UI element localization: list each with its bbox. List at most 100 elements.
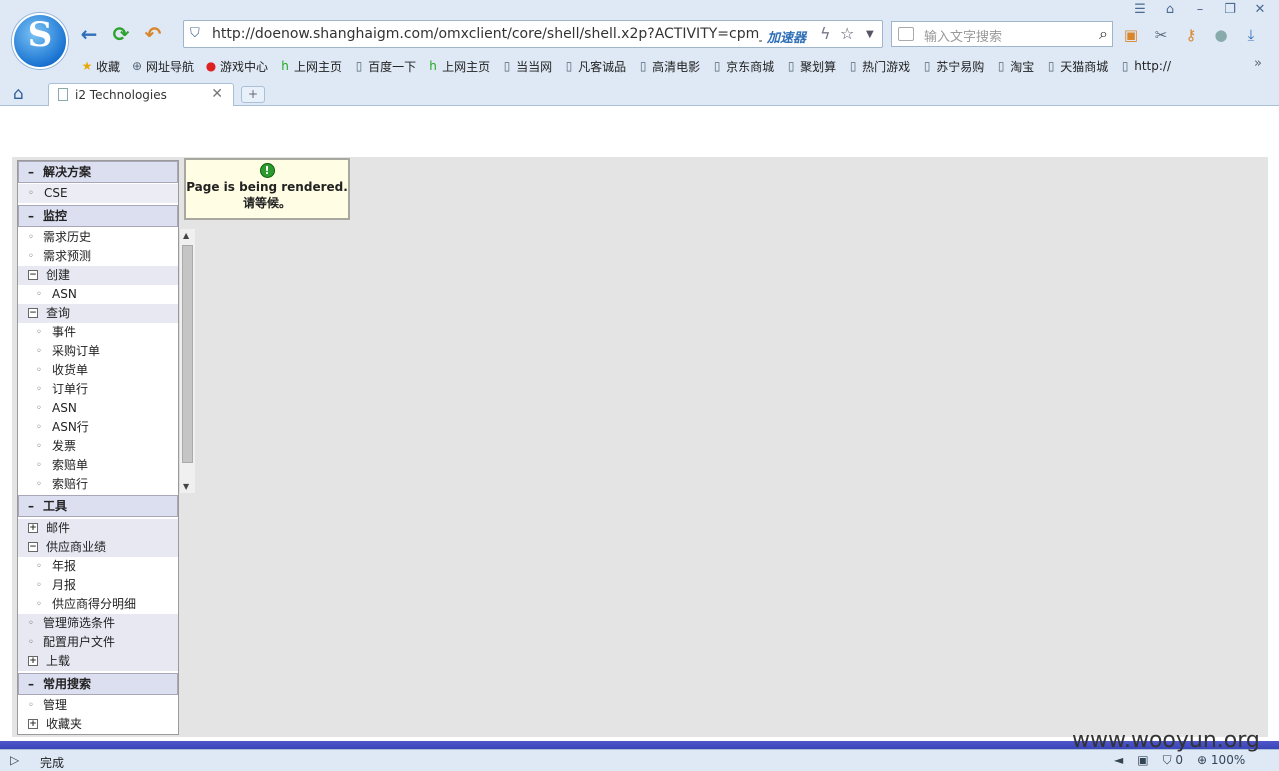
scroll-down-icon[interactable]: ▼	[183, 482, 189, 491]
url-text[interactable]: http://doenow.shanghaigm.com/omxclient/c…	[212, 26, 762, 42]
bookmark-item[interactable]: ▯ 百度一下	[350, 56, 424, 76]
sidebar-toggle-icon[interactable]: ▷	[10, 753, 19, 767]
address-bar[interactable]: ⛉ http://doenow.shanghaigm.com/omxclient…	[183, 20, 883, 48]
section-header-monitor[interactable]: 监控	[18, 205, 178, 227]
chat-icon[interactable]: ●	[1210, 24, 1232, 46]
key-icon[interactable]: ⚷	[1180, 24, 1202, 46]
collapse-icon[interactable]: −	[28, 542, 38, 552]
shield-icon: ⛉	[190, 26, 200, 41]
nav-item-invoices[interactable]: 发票	[18, 437, 178, 456]
nav-item-asn[interactable]: ASN	[18, 399, 178, 418]
scissors-icon[interactable]: ✂	[1150, 24, 1172, 46]
nav-item-configure-profile[interactable]: 配置用户文件	[18, 633, 178, 652]
skin-icon[interactable]: ⌂	[1157, 1, 1183, 19]
bookmark-item[interactable]: ▯ 天猫商城	[1042, 56, 1116, 76]
browser-logo-icon: S	[12, 13, 68, 69]
navigation-sidebar: 解决方案 CSE 监控 需求历史 需求预测 −创建 ASN −查询 事件 采购订…	[17, 160, 195, 735]
minimize-button[interactable]: –	[1187, 1, 1213, 19]
nav-group-upload[interactable]: + 上载	[18, 652, 178, 671]
accelerator-button[interactable]: 加速器	[767, 27, 806, 46]
search-box[interactable]: 输入文字搜索 ⌕	[891, 21, 1113, 47]
bookmark-item[interactable]: ▯ 聚划算	[782, 56, 844, 76]
nav-item-asn-lines[interactable]: ASN行	[18, 418, 178, 437]
lightning-icon[interactable]: ϟ	[820, 24, 831, 43]
nav-group-create[interactable]: − 创建	[18, 266, 178, 285]
nav-item-purchase-orders[interactable]: 采购订单	[18, 342, 178, 361]
page-icon: ▯	[923, 59, 931, 73]
nav-item-manage[interactable]: 管理	[18, 696, 178, 715]
menu-icon[interactable]: ☰	[1127, 1, 1153, 19]
nav-item-create-asn[interactable]: ASN	[18, 285, 178, 304]
bookmark-item[interactable]: ▯ 热门游戏	[844, 56, 918, 76]
speaker-icon[interactable]: ◄	[1114, 753, 1123, 768]
watermark-text: www.wooyun.org	[1072, 728, 1260, 753]
nav-item-manage-filters[interactable]: 管理筛选条件	[18, 614, 178, 633]
search-icon[interactable]: ⌕	[1099, 24, 1108, 44]
nav-group-supplier-performance[interactable]: − 供应商业绩	[18, 538, 178, 557]
nav-group-query[interactable]: − 查询	[18, 304, 178, 323]
home-icon[interactable]: ⌂	[13, 84, 24, 104]
page-icon: ▯	[787, 59, 795, 73]
nav-item-order-lines[interactable]: 订单行	[18, 380, 178, 399]
nav-item-supplier-score-detail[interactable]: 供应商得分明细	[18, 595, 178, 614]
nav-item-claim-lines[interactable]: 索赔行	[18, 475, 178, 494]
page-icon	[58, 88, 68, 101]
bookmark-item[interactable]: ▯ 淘宝	[992, 56, 1042, 76]
bookmark-item[interactable]: ● 游戏中心	[202, 56, 276, 76]
nav-item-demand-forecast[interactable]: 需求预测	[18, 247, 178, 266]
image-search-icon[interactable]	[898, 27, 914, 41]
bookmark-item[interactable]: ▯ 高清电影	[634, 56, 708, 76]
undo-close-button[interactable]: ↶	[141, 22, 165, 46]
security-count[interactable]: ⛉ 0	[1163, 753, 1183, 768]
expand-icon[interactable]: +	[28, 523, 38, 533]
game-icon: ●	[205, 59, 217, 73]
nav-group-favorites[interactable]: + 收藏夹	[18, 715, 178, 734]
collapse-icon[interactable]: −	[28, 308, 38, 318]
extension-icon[interactable]: ▣	[1120, 24, 1142, 46]
bookmark-item[interactable]: ▯ http://	[1116, 56, 1179, 76]
globe-icon: ⊕	[131, 59, 143, 73]
bookmark-item[interactable]: h 上网主页	[424, 56, 498, 76]
tab-title: i2 Technologies	[75, 88, 167, 102]
new-tab-button[interactable]: +	[241, 86, 265, 103]
section-header-saved-searches[interactable]: 常用搜索	[18, 673, 178, 695]
sidebar-scrollbar[interactable]: ▲ ▼	[179, 229, 195, 493]
bookmark-item[interactable]: ▯ 苏宁易购	[918, 56, 992, 76]
tab-active[interactable]: i2 Technologies ✕	[48, 83, 234, 106]
back-button[interactable]: ←	[77, 22, 101, 46]
download-icon[interactable]: ⤓	[1240, 24, 1262, 46]
dropdown-icon[interactable]: ▼	[866, 29, 874, 40]
zoom-level[interactable]: ⊕ 100%	[1197, 753, 1245, 768]
page-icon: ▯	[503, 59, 511, 73]
expand-icon[interactable]: +	[28, 656, 38, 666]
tab-bar: ⌂ i2 Technologies ✕ +	[0, 83, 1279, 106]
close-window-button[interactable]: ✕	[1247, 1, 1273, 19]
nav-item-annual-report[interactable]: 年报	[18, 557, 178, 576]
nav-item-events[interactable]: 事件	[18, 323, 178, 342]
star-icon[interactable]: ☆	[840, 24, 854, 43]
nav-item-demand-history[interactable]: 需求历史	[18, 228, 178, 247]
nav-group-mail[interactable]: + 邮件	[18, 519, 178, 538]
bookmark-item[interactable]: ▯ 凡客诚品	[560, 56, 634, 76]
nav-item-monthly-report[interactable]: 月报	[18, 576, 178, 595]
restore-button[interactable]: ❐	[1217, 1, 1243, 19]
nav-item-receipts[interactable]: 收货单	[18, 361, 178, 380]
bookmark-item[interactable]: ▯ 京东商城	[708, 56, 782, 76]
scroll-thumb[interactable]	[182, 245, 193, 463]
refresh-button[interactable]: ⟳	[109, 22, 133, 46]
bookmark-item[interactable]: ⊕ 网址导航	[128, 56, 202, 76]
nav-item-cse[interactable]: CSE	[18, 184, 178, 203]
bookmark-item[interactable]: h 上网主页	[276, 56, 350, 76]
page-icon: ▯	[849, 59, 857, 73]
scroll-up-icon[interactable]: ▲	[183, 231, 189, 240]
nav-item-claims[interactable]: 索赔单	[18, 456, 178, 475]
section-header-solutions[interactable]: 解决方案	[18, 161, 178, 183]
network-icon[interactable]: ▣	[1137, 753, 1148, 768]
bookmarks-more-icon[interactable]: »	[1254, 56, 1262, 71]
bookmark-item[interactable]: ★ 收藏	[78, 56, 128, 76]
section-header-tools[interactable]: 工具	[18, 495, 178, 517]
collapse-icon[interactable]: −	[28, 270, 38, 280]
close-tab-icon[interactable]: ✕	[211, 86, 223, 102]
expand-icon[interactable]: +	[28, 719, 38, 729]
bookmark-item[interactable]: ▯ 当当网	[498, 56, 560, 76]
